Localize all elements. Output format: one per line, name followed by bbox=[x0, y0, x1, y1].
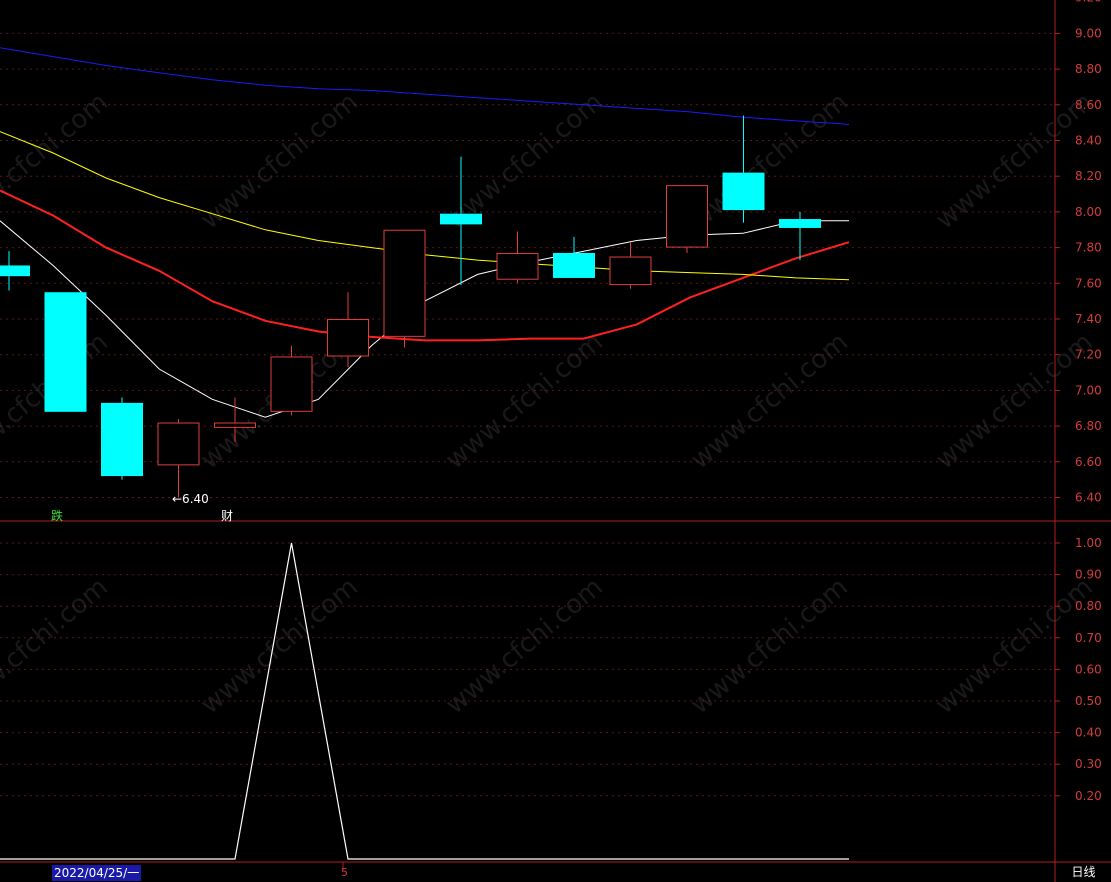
tick-label: 6.60 bbox=[1075, 455, 1102, 469]
candle-body bbox=[779, 219, 821, 228]
watermark-text: www.cfchi.com bbox=[440, 572, 609, 720]
candle-body bbox=[609, 256, 652, 286]
tick-label: 0.20 bbox=[1075, 789, 1102, 803]
tick-label: 0.80 bbox=[1075, 599, 1102, 613]
candle-body bbox=[101, 402, 143, 477]
period-button[interactable]: 日线 bbox=[1056, 862, 1111, 882]
candle-body bbox=[553, 252, 595, 278]
candle-body bbox=[44, 292, 87, 412]
candle-body bbox=[327, 319, 369, 357]
tick-label: 7.40 bbox=[1075, 312, 1102, 326]
candle-body bbox=[722, 172, 765, 211]
watermark-text: www.cfchi.com bbox=[0, 87, 114, 235]
candlesticks bbox=[0, 115, 821, 498]
tick-label: 9.00 bbox=[1075, 26, 1102, 40]
watermark-text: www.cfchi.com bbox=[685, 572, 854, 720]
candle bbox=[383, 229, 426, 348]
candle bbox=[44, 292, 87, 412]
candle bbox=[609, 242, 652, 289]
cursor-date: 2022/04/25/一 bbox=[52, 865, 142, 881]
candle bbox=[496, 231, 539, 284]
tick-label: 7.80 bbox=[1075, 241, 1102, 255]
watermark-text: www.cfchi.com bbox=[440, 327, 609, 475]
candle bbox=[0, 251, 30, 291]
stock-chart: www.cfchi.com www.cfchi.com www.cfchi.com w… bbox=[0, 0, 1111, 882]
watermark-text: www.cfchi.com bbox=[685, 87, 854, 235]
tick-label: 0.50 bbox=[1075, 694, 1102, 708]
watermark-text: www.cfchi.com bbox=[195, 87, 364, 235]
candle bbox=[553, 236, 595, 278]
tick-label: 6.40 bbox=[1075, 491, 1102, 505]
candle bbox=[157, 418, 200, 498]
tick-label: 0.90 bbox=[1075, 568, 1102, 582]
tick-label: 1.00 bbox=[1075, 536, 1102, 550]
watermark-text: www.cfchi.com bbox=[930, 87, 1099, 235]
tick-label: 0.30 bbox=[1075, 757, 1102, 771]
tick-label: 8.00 bbox=[1075, 205, 1102, 219]
tick-label: 9.20 bbox=[1075, 0, 1102, 5]
candle-body bbox=[383, 229, 426, 337]
tick-label: 6.80 bbox=[1075, 419, 1102, 433]
tick-label: 8.40 bbox=[1075, 134, 1102, 148]
tick-label: 7.00 bbox=[1075, 383, 1102, 397]
tick-label: 7.20 bbox=[1075, 348, 1102, 362]
candle-body bbox=[666, 185, 708, 248]
candle bbox=[101, 397, 143, 480]
tick-label: 0.70 bbox=[1075, 631, 1102, 645]
watermark-text: www.cfchi.com bbox=[930, 572, 1099, 720]
candle-body bbox=[270, 356, 313, 412]
watermark-text: www.cfchi.com bbox=[0, 572, 114, 720]
marker-down[interactable]: 跌 bbox=[51, 507, 63, 524]
candle bbox=[270, 345, 313, 416]
watermark-text: www.cfchi.com bbox=[195, 572, 364, 720]
tick-label: 0.40 bbox=[1075, 726, 1102, 740]
tick-label: 7.60 bbox=[1075, 276, 1102, 290]
candle-body bbox=[0, 265, 30, 277]
tick-label: 8.80 bbox=[1075, 62, 1102, 76]
marker-finance[interactable]: 财 bbox=[221, 507, 233, 524]
tick-label: 8.60 bbox=[1075, 98, 1102, 112]
tick-label: 8.20 bbox=[1075, 169, 1102, 183]
lowest-price-label: ←6.40 bbox=[172, 492, 209, 506]
tick-label: 0.60 bbox=[1075, 662, 1102, 676]
watermarks: www.cfchi.com www.cfchi.com www.cfchi.com w… bbox=[0, 87, 1099, 720]
candle bbox=[666, 185, 708, 253]
candle-body bbox=[214, 422, 256, 428]
candle-body bbox=[496, 252, 539, 280]
watermark-text: www.cfchi.com bbox=[930, 327, 1099, 475]
candle bbox=[327, 292, 369, 368]
candle-body bbox=[440, 213, 482, 225]
watermark-text: www.cfchi.com bbox=[440, 87, 609, 235]
time-tick-label: 5 bbox=[341, 866, 348, 879]
candle-body bbox=[157, 422, 200, 466]
watermark-text: www.cfchi.com bbox=[685, 327, 854, 475]
ma-line bbox=[0, 47, 850, 125]
